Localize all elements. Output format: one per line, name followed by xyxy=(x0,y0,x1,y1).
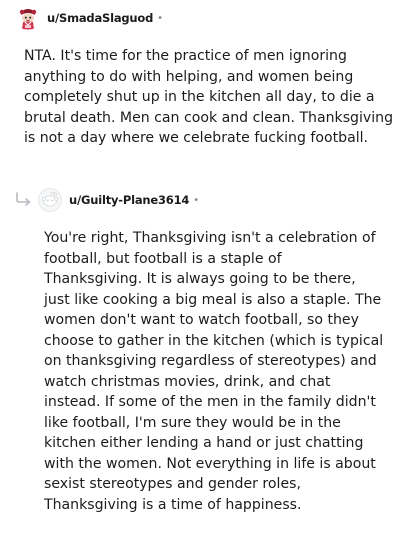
username[interactable]: u/Guilty-Plane3614 xyxy=(69,193,189,207)
comment-header: u/Guilty-Plane3614 • xyxy=(38,188,400,212)
username[interactable]: u/SmadaSlaguod xyxy=(47,11,153,25)
default-avatar-icon[interactable] xyxy=(38,188,62,212)
snoo-avatar-costume-icon[interactable] xyxy=(16,6,40,30)
separator-dot: • xyxy=(157,12,164,24)
comment-guilty-plane3614: u/Guilty-Plane3614 • You're right, Thank… xyxy=(0,188,400,513)
comment-body: NTA. It's time for the practice of men i… xyxy=(24,48,394,146)
comment-body: You're right, Thanksgiving isn't a celeb… xyxy=(44,230,384,513)
reply-arrow-icon xyxy=(16,192,31,206)
separator-dot: • xyxy=(193,194,200,206)
comment-smadaslaguod: u/SmadaSlaguod • NTA. It's time for the … xyxy=(0,6,400,146)
comment-header: u/SmadaSlaguod • xyxy=(16,6,400,30)
